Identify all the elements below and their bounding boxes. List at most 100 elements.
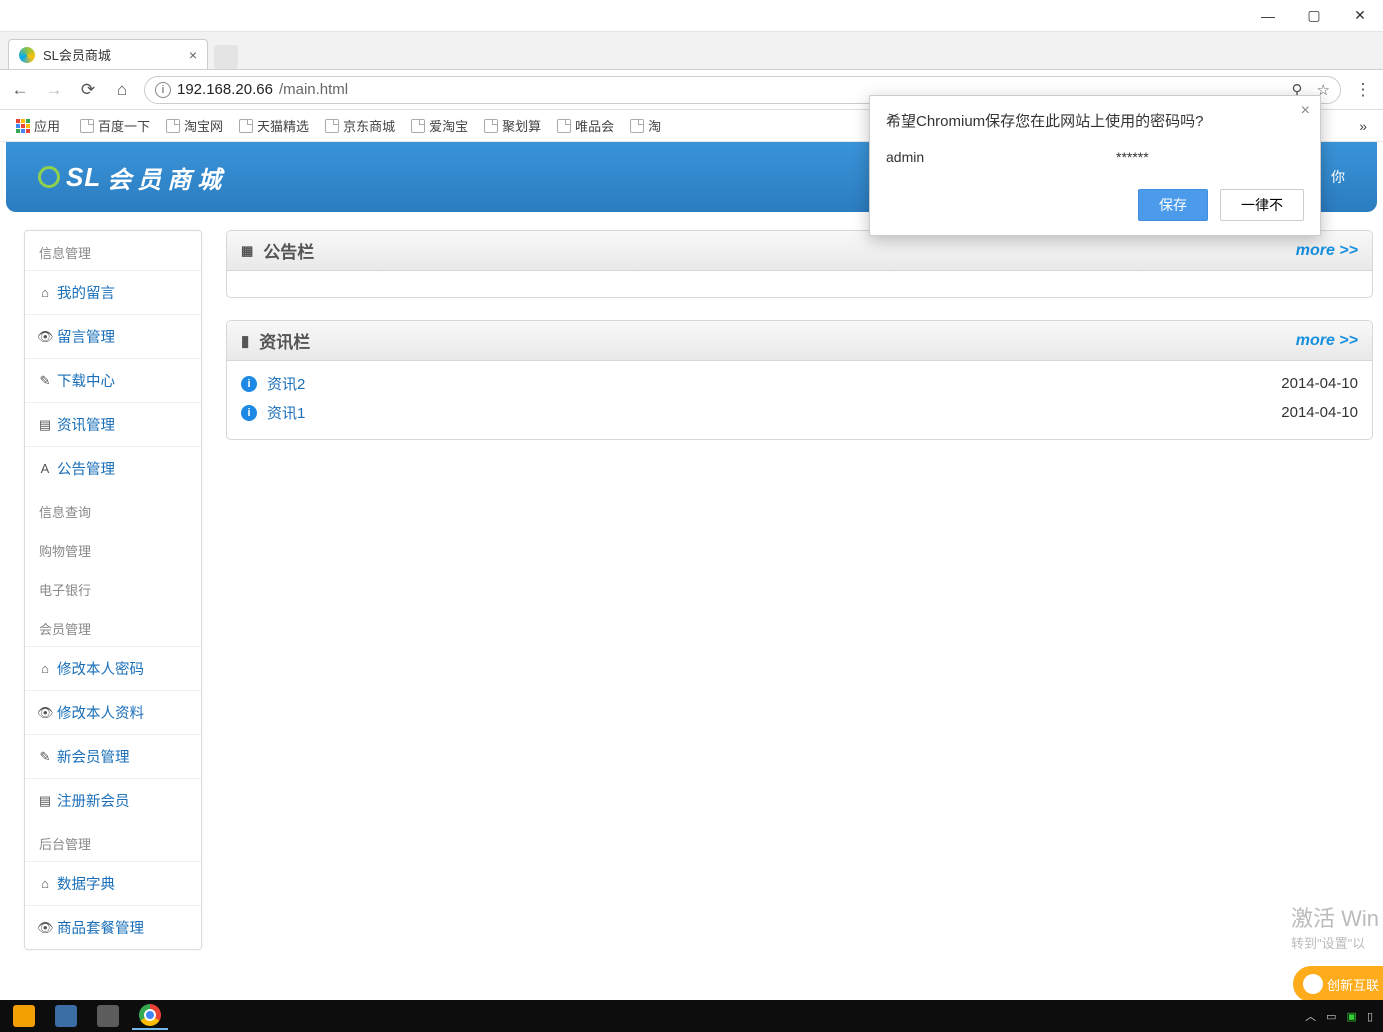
taskbar-app-3[interactable] — [90, 1002, 126, 1030]
system-tray[interactable]: ︿ ▭ ▣ ▯ — [1305, 1008, 1383, 1024]
never-save-button[interactable]: 一律不 — [1220, 189, 1304, 221]
sidebar-item-label: 修改本人资料 — [57, 702, 144, 723]
sidebar-item[interactable]: A公告管理 — [25, 446, 201, 490]
info-icon: i — [241, 376, 257, 392]
news-link[interactable]: 资讯2 — [267, 373, 305, 394]
announce-body — [227, 271, 1372, 297]
grid-icon: ▦ — [241, 243, 253, 259]
list-icon: ▤ — [37, 417, 53, 433]
bookmark-item[interactable]: 天猫精选 — [231, 112, 317, 139]
file-icon — [239, 119, 253, 133]
sidebar-item[interactable]: ✎下载中心 — [25, 358, 201, 402]
file-icon — [411, 119, 425, 133]
news-body: i 资讯2 2014-04-10 i资讯12014-04-10 — [227, 361, 1372, 439]
bookmark-label: 淘宝网 — [184, 116, 223, 135]
sidebar-item[interactable]: ⌂修改本人密码 — [25, 646, 201, 690]
sidebar-section-title: 信息查询 — [25, 490, 201, 529]
file-icon — [80, 119, 94, 133]
tab-close-icon[interactable]: × — [189, 47, 197, 63]
taskbar: ︿ ▭ ▣ ▯ — [0, 1000, 1383, 1032]
news-link[interactable]: 资讯1 — [267, 402, 305, 423]
bookmark-item[interactable]: 聚划算 — [476, 112, 549, 139]
sidebar-item-label: 我的留言 — [57, 282, 115, 303]
bookmark-label: 天猫精选 — [257, 116, 309, 135]
popup-password-masked: ****** — [1116, 149, 1149, 165]
sidebar-section-title: 购物管理 — [25, 529, 201, 568]
reload-button[interactable]: ⟳ — [76, 78, 100, 102]
tray-icon[interactable]: ▣ — [1347, 1010, 1357, 1023]
home-icon: ⌂ — [37, 285, 53, 300]
sidebar-item[interactable]: 👁留言管理 — [25, 314, 201, 358]
brand-badge[interactable]: 创新互联 — [1293, 966, 1383, 1002]
home-button[interactable]: ⌂ — [110, 78, 134, 102]
taskbar-app-1[interactable] — [6, 1002, 42, 1030]
forward-button[interactable]: → — [42, 78, 66, 102]
sidebar-section-title: 后台管理 — [25, 822, 201, 861]
popup-title: 希望Chromium保存您在此网站上使用的密码吗? — [886, 110, 1304, 131]
taskbar-app-2[interactable] — [48, 1002, 84, 1030]
apps-icon — [16, 119, 30, 133]
sidebar-item[interactable]: 👁修改本人资料 — [25, 690, 201, 734]
tray-icon[interactable]: ▭ — [1326, 1010, 1336, 1023]
sidebar-item[interactable]: ⌂ 我的留言 — [25, 270, 201, 314]
sidebar-item[interactable]: 👁商品套餐管理 — [25, 905, 201, 949]
bookmark-label: 爱淘宝 — [429, 116, 468, 135]
window-close[interactable]: ✕ — [1337, 0, 1383, 32]
watermark-line1: 激活 Win — [1291, 901, 1379, 933]
eye-icon: 👁 — [37, 705, 53, 721]
eye-icon: 👁 — [37, 920, 53, 936]
back-button[interactable]: ← — [8, 78, 32, 102]
url-host: 192.168.20.66 — [177, 81, 273, 98]
bookmark-item[interactable]: 淘 — [622, 112, 669, 139]
browser-menu-button[interactable]: ⋮ — [1351, 78, 1375, 102]
announce-more-link[interactable]: more >> — [1296, 242, 1358, 260]
save-password-popup: × 希望Chromium保存您在此网站上使用的密码吗? admin ******… — [869, 95, 1321, 236]
window-minimize[interactable]: — — [1245, 0, 1291, 32]
sidebar: 信息管理⌂我的留言👁留言管理✎下载中心▤资讯管理A公告管理信息查询购物管理电子银… — [24, 230, 202, 950]
bookmark-item[interactable]: 京东商城 — [317, 112, 403, 139]
popup-username: admin — [886, 149, 1116, 165]
apps-button[interactable]: 应用 — [8, 112, 68, 139]
tray-icon[interactable]: ▯ — [1367, 1010, 1373, 1023]
new-tab-button[interactable] — [214, 45, 238, 69]
sidebar-item-label: 注册新会员 — [57, 790, 130, 811]
bookmark-item[interactable]: 唯品会 — [549, 112, 622, 139]
popup-close-icon[interactable]: × — [1301, 102, 1310, 120]
bookmark-item[interactable]: 淘宝网 — [158, 112, 231, 139]
sidebar-item[interactable]: ✎新会员管理 — [25, 734, 201, 778]
news-row: i资讯12014-04-10 — [241, 398, 1358, 427]
taskbar-chrome[interactable] — [132, 1002, 168, 1030]
browser-tab[interactable]: SL会员商城 × — [8, 39, 208, 69]
bookmarks-overflow[interactable]: » — [1351, 118, 1375, 134]
bookmark-label: 唯品会 — [575, 116, 614, 135]
file-icon: ▮ — [241, 332, 249, 350]
tray-overflow-icon[interactable]: ︿ — [1305, 1008, 1316, 1024]
bookmark-label: 聚划算 — [502, 116, 541, 135]
file-icon — [484, 119, 498, 133]
window-maximize[interactable]: ▢ — [1291, 0, 1337, 32]
file-icon — [325, 119, 339, 133]
news-row: i 资讯2 2014-04-10 — [241, 369, 1358, 398]
edit-icon: ✎ — [37, 373, 53, 389]
sidebar-item-label: 下载中心 — [57, 370, 115, 391]
eye-icon: 👁 — [37, 329, 53, 345]
browser-tabstrip: SL会员商城 × — [0, 32, 1383, 70]
site-info-icon[interactable]: i — [155, 82, 171, 98]
sidebar-section-title: 会员管理 — [25, 607, 201, 646]
window-titlebar: — ▢ ✕ — [0, 0, 1383, 32]
news-date: 2014-04-10 — [1281, 375, 1358, 392]
save-password-button[interactable]: 保存 — [1138, 189, 1208, 221]
sidebar-item[interactable]: ⌂数据字典 — [25, 861, 201, 905]
sidebar-item[interactable]: ▤注册新会员 — [25, 778, 201, 822]
bookmark-label: 京东商城 — [343, 116, 395, 135]
apps-label: 应用 — [34, 116, 60, 135]
bookmark-label: 百度一下 — [98, 116, 150, 135]
sidebar-item[interactable]: ▤资讯管理 — [25, 402, 201, 446]
sidebar-section-title: 电子银行 — [25, 568, 201, 607]
bookmark-item[interactable]: 爱淘宝 — [403, 112, 476, 139]
site-logo[interactable]: SL 会员商城 — [38, 160, 227, 195]
news-more-link[interactable]: more >> — [1296, 332, 1358, 350]
bookmark-item[interactable]: 百度一下 — [72, 112, 158, 139]
sidebar-item-label: 数据字典 — [57, 873, 115, 894]
sidebar-item-label: 修改本人密码 — [57, 658, 144, 679]
